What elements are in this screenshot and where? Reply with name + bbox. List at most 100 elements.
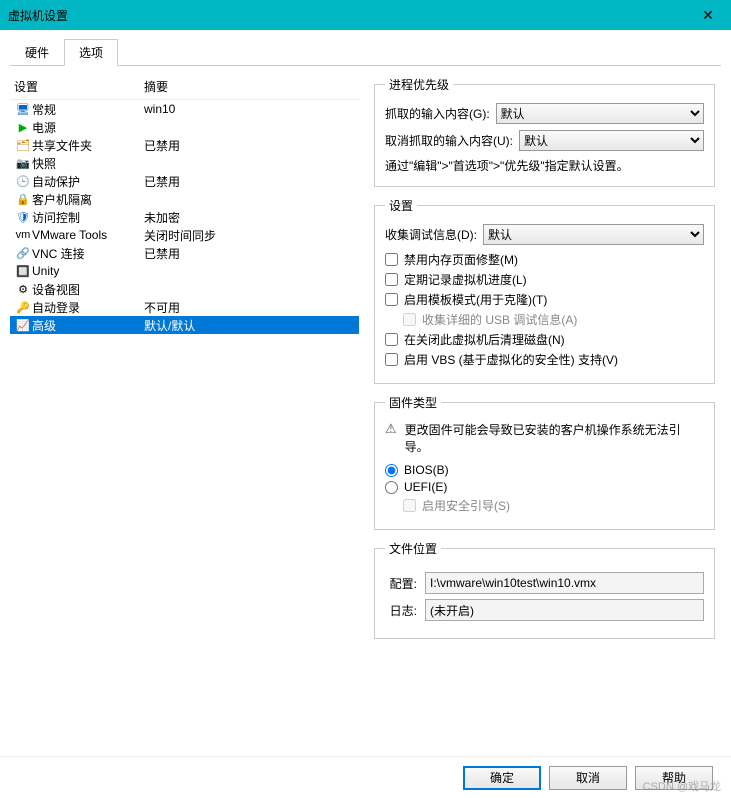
list-item-name: 自动登录 <box>32 299 144 316</box>
chk-secure-boot-label: 启用安全引导(S) <box>422 497 510 514</box>
list-item[interactable]: 🕒自动保护已禁用 <box>10 172 359 190</box>
list-item-name: VNC 连接 <box>32 245 144 262</box>
list-item[interactable]: 📷快照 <box>10 154 359 172</box>
radio-uefi-label: UEFI(E) <box>404 480 447 494</box>
list-header: 设置 摘要 <box>10 76 360 100</box>
priority-note: 通过"编辑">"首选项">"优先级"指定默认设置。 <box>385 157 704 174</box>
chk-template-mode[interactable] <box>385 293 398 306</box>
list-header-summary: 摘要 <box>144 78 168 95</box>
list-item-name: 常规 <box>32 101 144 118</box>
dialog-footer: 确定 取消 帮助 CSDN @戏马龙 <box>0 756 731 798</box>
list-item[interactable]: 🗂共享文件夹已禁用 <box>10 136 359 154</box>
list-item-summary: 已禁用 <box>144 137 180 154</box>
group-firmware: 固件类型 ⚠ 更改固件可能会导致已安装的客户机操作系统无法引导。 BIOS(B)… <box>374 394 715 530</box>
list-item-name: 客户机隔离 <box>32 191 144 208</box>
list-item-name: 电源 <box>32 119 144 136</box>
chk-vbs[interactable] <box>385 353 398 366</box>
select-debug[interactable]: 默认 <box>483 224 704 245</box>
list-item[interactable]: 🔑自动登录不可用 <box>10 298 359 316</box>
list-item-summary: 关闭时间同步 <box>144 227 216 244</box>
list-item-summary: 已禁用 <box>144 173 180 190</box>
list-item-summary: 不可用 <box>144 299 180 316</box>
chk-usb-debug <box>403 313 416 326</box>
chk-vbs-label: 启用 VBS (基于虚拟化的安全性) 支持(V) <box>404 351 618 368</box>
chk-log-progress-label: 定期记录虚拟机进度(L) <box>404 271 527 288</box>
label-grabbed: 抓取的输入内容(G): <box>385 105 490 122</box>
group-firmware-legend: 固件类型 <box>385 394 441 411</box>
close-icon[interactable]: ✕ <box>693 7 723 24</box>
list-item-name: 自动保护 <box>32 173 144 190</box>
list-item-name: Unity <box>32 264 144 278</box>
list-item-icon: 🔒 <box>14 193 32 206</box>
chk-clean-disk-label: 在关闭此虚拟机后清理磁盘(N) <box>404 331 565 348</box>
group-file-location: 文件位置 配置: 日志: <box>374 540 715 639</box>
chk-clean-disk[interactable] <box>385 333 398 346</box>
cancel-button[interactable]: 取消 <box>549 766 627 790</box>
group-settings: 设置 收集调试信息(D): 默认 禁用内存页面修整(M) 定期记录虚拟机进度(L… <box>374 197 715 384</box>
list-item-icon: 🗂 <box>14 139 32 152</box>
list-item-name: 设备视图 <box>32 281 144 298</box>
help-button[interactable]: 帮助 <box>635 766 713 790</box>
list-item-name: 高级 <box>32 317 144 334</box>
list-item-icon: 📷 <box>14 157 32 170</box>
label-debug: 收集调试信息(D): <box>385 226 477 243</box>
chk-mem-trim-label: 禁用内存页面修整(M) <box>404 251 518 268</box>
input-config-path[interactable] <box>425 572 704 594</box>
list-item[interactable]: 🖥常规win10 <box>10 100 359 118</box>
list-item[interactable]: 🔒客户机隔离 <box>10 190 359 208</box>
chk-secure-boot <box>403 499 416 512</box>
list-item-summary: win10 <box>144 102 175 116</box>
radio-bios[interactable] <box>385 464 398 477</box>
list-item-icon: 🔑 <box>14 301 32 314</box>
warning-icon: ⚠ <box>385 421 397 437</box>
chk-template-mode-label: 启用模板模式(用于克隆)(T) <box>404 291 547 308</box>
list-item-name: 共享文件夹 <box>32 137 144 154</box>
list-header-settings: 设置 <box>14 78 144 95</box>
list-item-name: 访问控制 <box>32 209 144 226</box>
radio-uefi[interactable] <box>385 481 398 494</box>
list-item-icon: 🖥 <box>14 103 32 116</box>
chk-usb-debug-label: 收集详细的 USB 调试信息(A) <box>422 311 577 328</box>
chk-mem-trim[interactable] <box>385 253 398 266</box>
label-log: 日志: <box>385 602 417 619</box>
tab-options[interactable]: 选项 <box>64 39 118 66</box>
label-config: 配置: <box>385 575 417 592</box>
select-ungrabbed[interactable]: 默认 <box>519 130 704 151</box>
list-item-icon: ▶ <box>14 121 32 134</box>
input-log-path[interactable] <box>425 599 704 621</box>
list-item[interactable]: ▶电源 <box>10 118 359 136</box>
list-item[interactable]: ⚙设备视图 <box>10 280 359 298</box>
list-item[interactable]: 🔗VNC 连接已禁用 <box>10 244 359 262</box>
list-item[interactable]: 🛡访问控制未加密 <box>10 208 359 226</box>
list-item-icon: 🔗 <box>14 247 32 260</box>
list-item-icon: 📈 <box>14 319 32 332</box>
list-item-icon: vm <box>14 229 32 241</box>
tab-strip: 硬件 选项 <box>10 38 721 66</box>
group-settings-legend: 设置 <box>385 197 417 214</box>
group-priority-legend: 进程优先级 <box>385 76 453 93</box>
select-grabbed[interactable]: 默认 <box>496 103 704 124</box>
title-bar: 虚拟机设置 ✕ <box>0 0 731 30</box>
ok-button[interactable]: 确定 <box>463 766 541 790</box>
group-file-location-legend: 文件位置 <box>385 540 441 557</box>
list-item[interactable]: vmVMware Tools关闭时间同步 <box>10 226 359 244</box>
chk-log-progress[interactable] <box>385 273 398 286</box>
list-item-icon: ⚙ <box>14 283 32 296</box>
list-item-name: VMware Tools <box>32 228 144 242</box>
group-priority: 进程优先级 抓取的输入内容(G): 默认 取消抓取的输入内容(U): 默认 通过… <box>374 76 715 187</box>
window-title: 虚拟机设置 <box>8 7 693 24</box>
label-ungrabbed: 取消抓取的输入内容(U): <box>385 132 513 149</box>
list-item[interactable]: 🔲Unity <box>10 262 359 280</box>
list-item-name: 快照 <box>32 155 144 172</box>
list-item-summary: 默认/默认 <box>144 317 195 334</box>
list-item-summary: 已禁用 <box>144 245 180 262</box>
tab-hardware[interactable]: 硬件 <box>10 39 64 66</box>
firmware-warning: 更改固件可能会导致已安装的客户机操作系统无法引导。 <box>405 421 704 455</box>
list-item-summary: 未加密 <box>144 209 180 226</box>
list-item[interactable]: 📈高级默认/默认 <box>10 316 359 334</box>
radio-bios-label: BIOS(B) <box>404 463 449 477</box>
list-item-icon: 🔲 <box>14 265 32 278</box>
list-item-icon: 🕒 <box>14 175 32 188</box>
list-item-icon: 🛡 <box>14 211 32 224</box>
settings-list: 设置 摘要 🖥常规win10▶电源🗂共享文件夹已禁用📷快照🕒自动保护已禁用🔒客户… <box>10 76 360 756</box>
